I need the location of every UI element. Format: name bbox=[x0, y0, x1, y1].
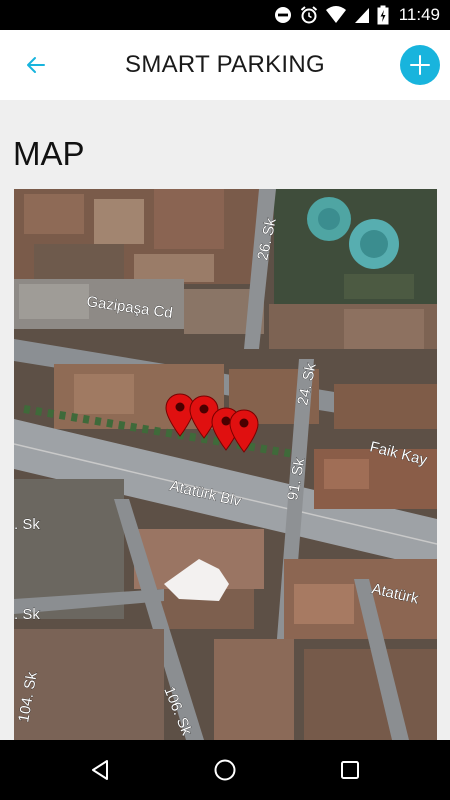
arrow-left-icon bbox=[27, 57, 45, 73]
alarm-icon bbox=[300, 6, 317, 24]
do-not-disturb-icon bbox=[274, 7, 291, 23]
wifi-icon bbox=[325, 6, 346, 23]
back-triangle-icon bbox=[92, 760, 108, 780]
page-title: SMART PARKING bbox=[125, 51, 325, 78]
status-icons: 11:49 bbox=[273, 0, 440, 30]
recents-square-icon bbox=[341, 761, 359, 779]
nav-home-button[interactable] bbox=[205, 750, 245, 790]
nav-back-button[interactable] bbox=[80, 750, 120, 790]
nav-recents-button[interactable] bbox=[330, 750, 370, 790]
street-label-sk-1: . Sk bbox=[14, 516, 40, 533]
satellite-map: Gazipaşa Cd 26. Sk 24. Sk Faik Kay 91. S… bbox=[14, 189, 437, 740]
plus-icon bbox=[410, 55, 430, 75]
map-view[interactable]: Gazipaşa Cd 26. Sk 24. Sk Faik Kay 91. S… bbox=[14, 189, 437, 740]
home-circle-icon bbox=[214, 759, 236, 781]
app-bar: SMART PARKING bbox=[0, 30, 450, 100]
add-button[interactable] bbox=[400, 45, 440, 85]
section-title: MAP bbox=[13, 135, 85, 172]
street-label-sk-2: . Sk bbox=[14, 606, 40, 623]
navigation-bar bbox=[0, 740, 450, 800]
signal-icon bbox=[354, 8, 369, 23]
battery-icon bbox=[377, 5, 389, 25]
back-button[interactable] bbox=[18, 47, 54, 83]
status-time: 11:49 bbox=[398, 5, 440, 24]
status-bar: 11:49 bbox=[0, 0, 450, 30]
